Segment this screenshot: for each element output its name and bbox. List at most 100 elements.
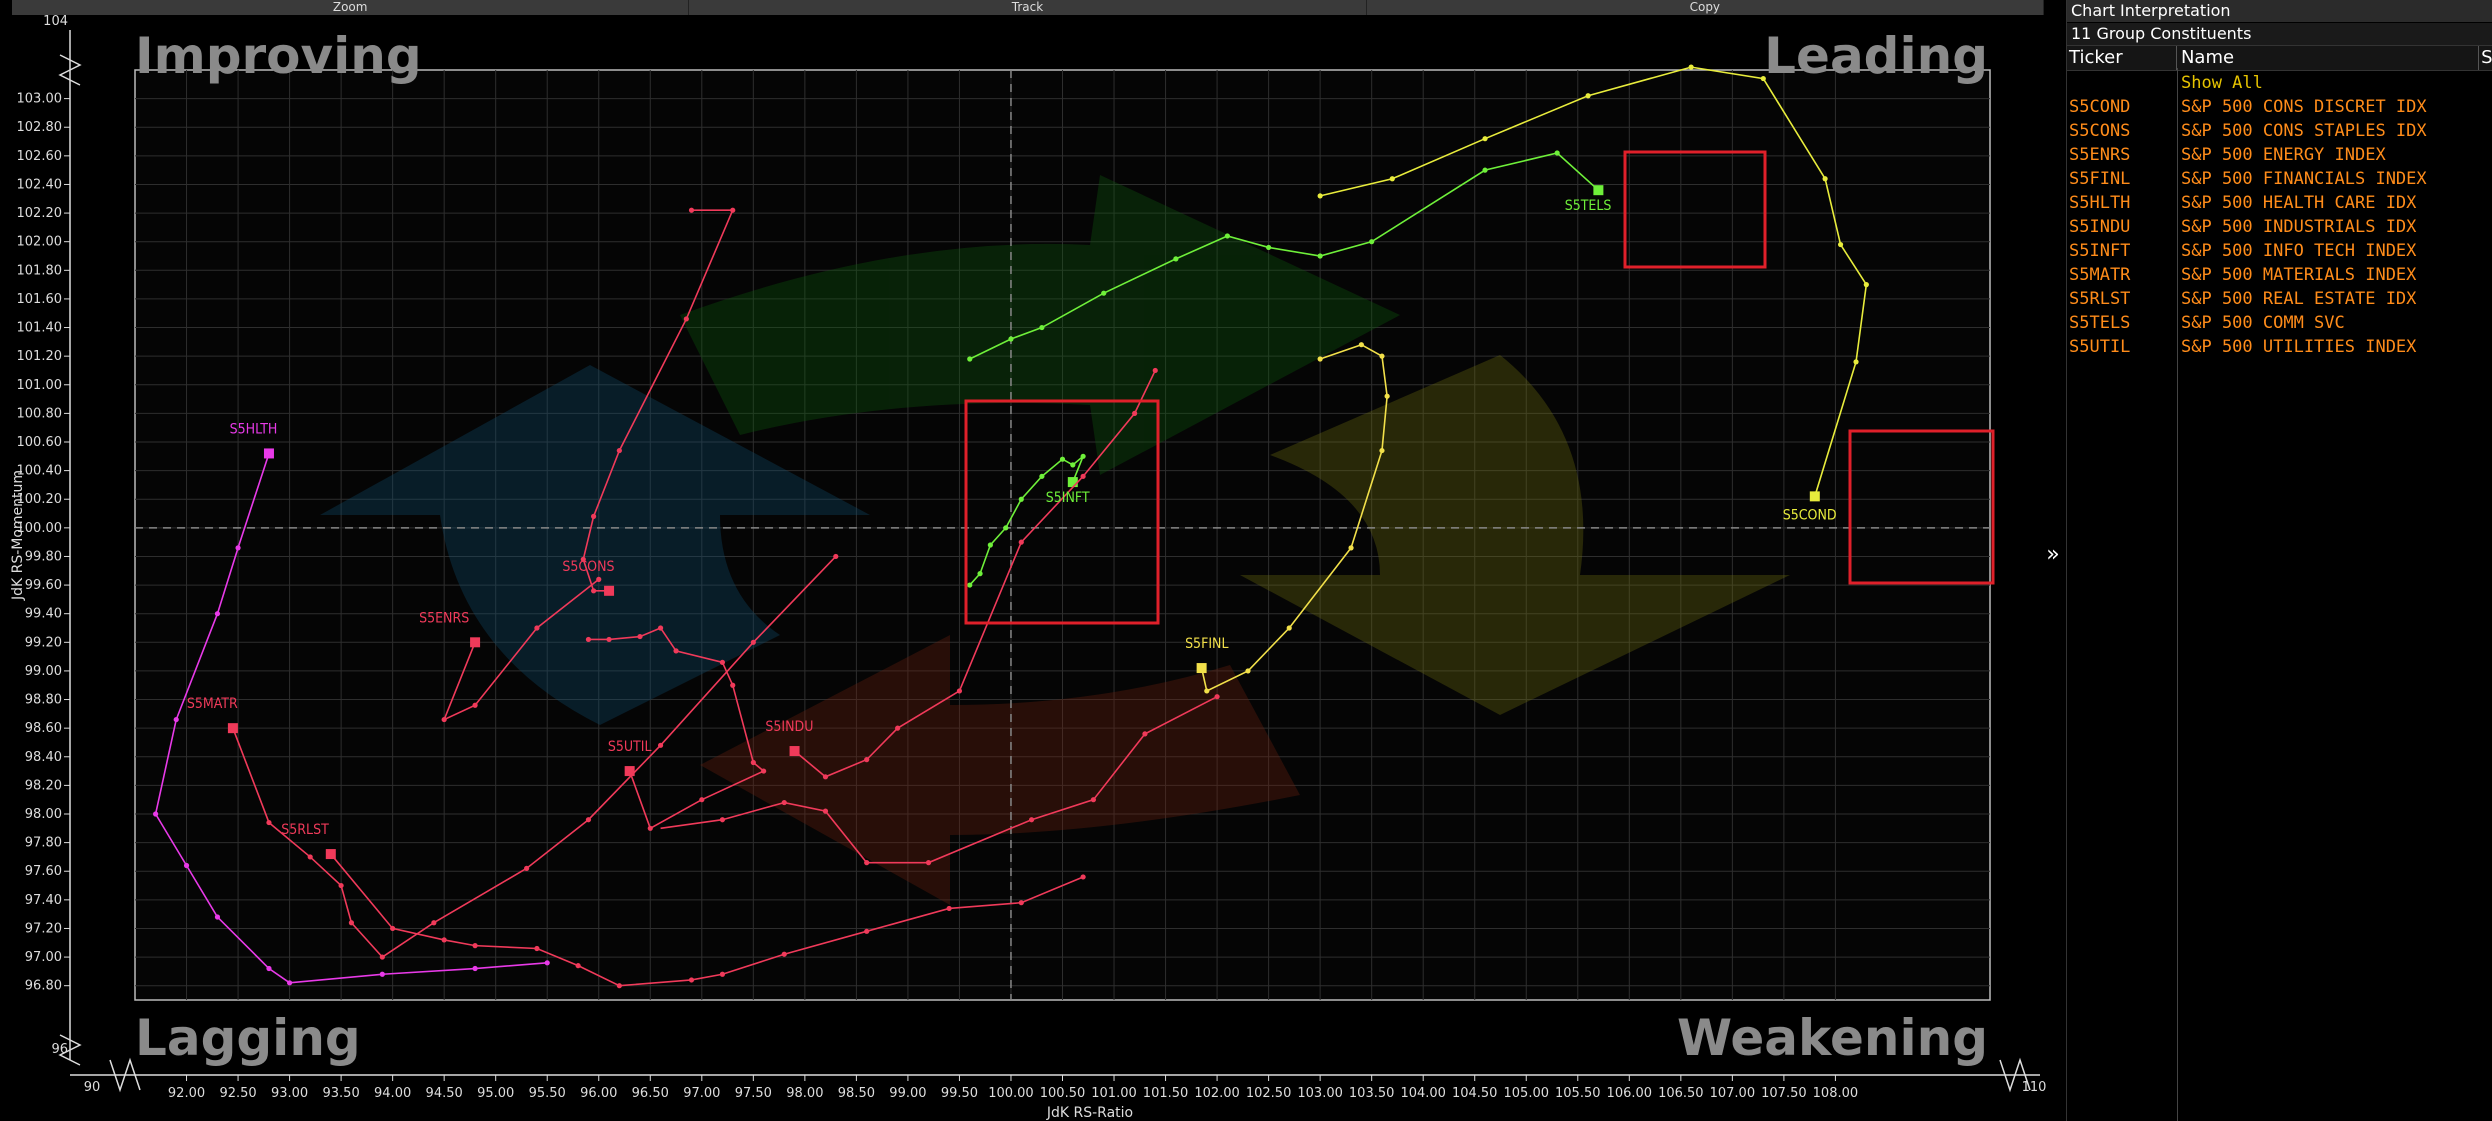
series-point[interactable] <box>590 588 597 594</box>
series-point[interactable] <box>606 636 612 643</box>
series-point[interactable] <box>575 963 581 969</box>
series-point[interactable] <box>1379 353 1385 359</box>
series-point[interactable] <box>1245 668 1251 674</box>
series-point[interactable] <box>472 702 478 708</box>
series-point[interactable] <box>977 571 983 577</box>
column-header-ticker[interactable]: Ticker <box>2067 46 2177 70</box>
series-point[interactable] <box>1142 731 1148 737</box>
series-point[interactable] <box>1090 797 1097 803</box>
constituent-row[interactable]: S5INFT S&P 500 INFO TECH INDEX <box>2067 239 2492 263</box>
series-head-marker[interactable] <box>263 448 274 459</box>
series-point[interactable] <box>1224 233 1230 239</box>
series-point[interactable] <box>1059 456 1066 462</box>
series-point[interactable] <box>1358 342 1364 348</box>
series-head-marker[interactable] <box>227 723 238 734</box>
series-point[interactable] <box>1039 473 1045 479</box>
series-point[interactable] <box>822 774 829 780</box>
constituent-row[interactable]: S5COND S&P 500 CONS DISCRET IDX <box>2067 95 2492 119</box>
series-point[interactable] <box>1286 625 1292 631</box>
series-point[interactable] <box>1760 75 1766 82</box>
collapse-panel-icon[interactable]: » <box>2046 540 2060 570</box>
series-point[interactable] <box>987 542 993 548</box>
series-point[interactable] <box>864 860 870 866</box>
series-point[interactable] <box>1822 176 1828 182</box>
show-all-row[interactable]: Show All <box>2067 71 2492 95</box>
series-point[interactable] <box>1348 545 1354 551</box>
series-point[interactable] <box>781 951 787 957</box>
series-point[interactable] <box>235 545 241 551</box>
copy-button[interactable]: Copy <box>1366 0 2044 15</box>
series-head-marker[interactable] <box>470 637 481 648</box>
series-head-marker[interactable] <box>789 746 800 757</box>
series-point[interactable] <box>1003 525 1009 531</box>
series-point[interactable] <box>1389 176 1395 182</box>
series-point[interactable] <box>833 553 839 560</box>
series-point[interactable] <box>864 928 870 934</box>
series-point[interactable] <box>1018 496 1024 502</box>
series-point[interactable] <box>967 356 973 362</box>
series-point[interactable] <box>596 576 602 582</box>
series-point[interactable] <box>266 965 272 972</box>
constituent-row[interactable]: S5MATR S&P 500 MATERIALS INDEX <box>2067 263 2492 287</box>
series-point[interactable] <box>1837 241 1844 248</box>
constituent-row[interactable]: S5HLTH S&P 500 HEALTH CARE IDX <box>2067 191 2492 215</box>
series-point[interactable] <box>616 447 622 454</box>
series-point[interactable] <box>688 977 695 983</box>
series-point[interactable] <box>1379 447 1385 454</box>
series-point[interactable] <box>379 971 385 977</box>
series-point[interactable] <box>266 819 272 826</box>
series-point[interactable] <box>1080 874 1086 880</box>
series-point[interactable] <box>1132 410 1138 416</box>
series-point[interactable] <box>946 905 952 912</box>
series-point[interactable] <box>730 207 736 213</box>
series-point[interactable] <box>925 860 932 866</box>
series-point[interactable] <box>390 925 396 932</box>
series-point[interactable] <box>214 914 221 920</box>
series-point[interactable] <box>1080 453 1086 459</box>
series-point[interactable] <box>441 937 447 943</box>
series-point[interactable] <box>524 865 530 871</box>
series-point[interactable] <box>379 954 385 960</box>
series-head-marker[interactable] <box>1809 491 1820 502</box>
series-point[interactable] <box>1008 336 1014 342</box>
series-point[interactable] <box>472 965 478 972</box>
series-point[interactable] <box>153 811 159 817</box>
series-point[interactable] <box>781 799 787 806</box>
series-point[interactable] <box>657 742 664 748</box>
series-point[interactable] <box>750 759 756 766</box>
series-point[interactable] <box>761 768 767 774</box>
series-point[interactable] <box>1317 253 1323 259</box>
series-point[interactable] <box>683 316 689 322</box>
series-point[interactable] <box>534 625 540 631</box>
zoom-button[interactable]: Zoom <box>12 0 690 15</box>
series-point[interactable] <box>1152 367 1158 374</box>
series-point[interactable] <box>864 757 870 763</box>
constituent-row[interactable]: S5TELS S&P 500 COMM SVC <box>2067 311 2492 335</box>
series-point[interactable] <box>1028 817 1035 823</box>
series-point[interactable] <box>673 648 679 654</box>
series-point[interactable] <box>1317 193 1323 199</box>
series-point[interactable] <box>647 825 653 831</box>
series-point[interactable] <box>1204 688 1210 694</box>
series-point[interactable] <box>719 971 726 977</box>
series-point[interactable] <box>585 817 592 823</box>
series-point[interactable] <box>1369 239 1375 245</box>
series-point[interactable] <box>1080 473 1086 479</box>
series-point[interactable] <box>348 920 355 926</box>
series-point[interactable] <box>1554 150 1560 156</box>
series-point[interactable] <box>1039 324 1045 331</box>
series-point[interactable] <box>585 636 592 643</box>
constituent-row[interactable]: S5RLST S&P 500 REAL ESTATE IDX <box>2067 287 2492 311</box>
series-point[interactable] <box>286 980 293 986</box>
series-point[interactable] <box>688 207 695 213</box>
series-head-marker[interactable] <box>325 849 336 860</box>
series-point[interactable] <box>1018 539 1024 545</box>
column-header-extra[interactable]: S <box>2479 46 2492 70</box>
series-point[interactable] <box>637 633 643 640</box>
series-point[interactable] <box>307 854 313 860</box>
constituent-row[interactable]: S5UTIL S&P 500 UTILITIES INDEX <box>2067 335 2492 359</box>
column-header-name[interactable]: Name <box>2177 46 2480 70</box>
series-point[interactable] <box>750 639 756 645</box>
series-point[interactable] <box>472 943 478 949</box>
series-point[interactable] <box>699 797 705 803</box>
